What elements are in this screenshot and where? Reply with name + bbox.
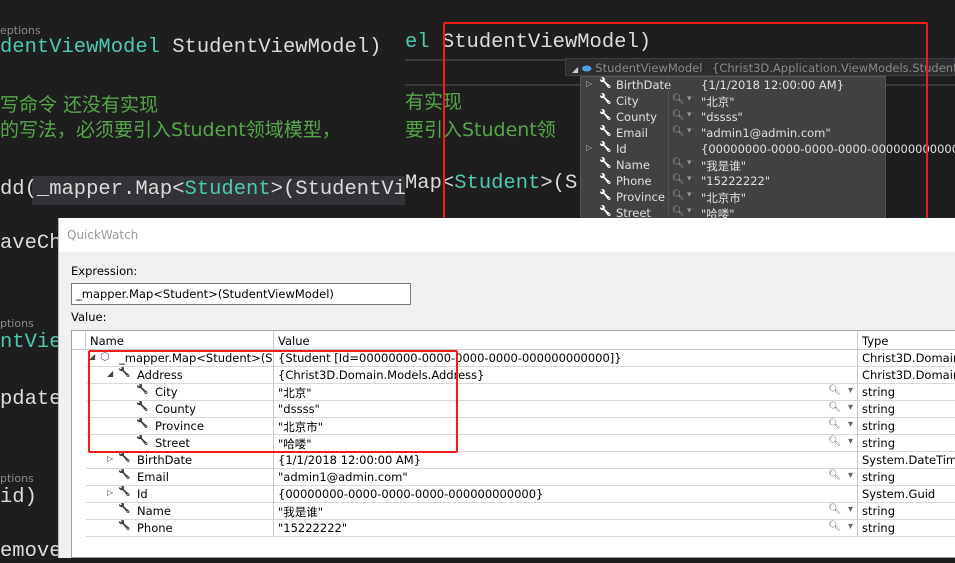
code-token: el bbox=[405, 31, 430, 54]
table-row[interactable]: ▷ 🔧 Id {00000000-0000-0000-0000-00000000000… bbox=[86, 486, 955, 503]
code-token: dentViewModel bbox=[0, 36, 160, 59]
dropdown-icon[interactable]: ▾ bbox=[848, 436, 853, 447]
row-value: "admin1@admin.com" bbox=[278, 470, 408, 484]
magnifier-icon[interactable]: 🔍︎ bbox=[828, 419, 841, 430]
expand-icon[interactable]: ▷ bbox=[107, 454, 113, 463]
code-token: _mapper.Map< bbox=[36, 178, 185, 201]
expression-label: Expression: bbox=[71, 264, 138, 278]
row-value: "我是谁" bbox=[278, 505, 324, 519]
code-line: emove bbox=[0, 540, 62, 563]
magnifier-icon[interactable]: 🔍︎ bbox=[828, 436, 841, 447]
column-header-type[interactable]: Type bbox=[858, 331, 955, 350]
code-comment: 的写法，必须要引入Student领域模型， bbox=[0, 119, 341, 141]
dropdown-icon[interactable]: ▾ bbox=[848, 385, 853, 396]
expand-icon[interactable]: ▷ bbox=[107, 488, 113, 497]
dropdown-icon[interactable]: ▾ bbox=[848, 504, 853, 515]
type-cell: Christ3D.Domain.M bbox=[862, 368, 955, 382]
name-cell: 🔧 Phone bbox=[86, 520, 274, 537]
value-label: Value: bbox=[71, 310, 107, 324]
dropdown-icon[interactable]: ▾ bbox=[848, 419, 853, 430]
type-cell: string bbox=[862, 521, 896, 535]
table-row[interactable]: 🔧 Phone "15222222" 🔍︎ ▾ string bbox=[86, 520, 955, 537]
value-cell: {1/1/2018 12:00:00 AM} bbox=[274, 452, 858, 469]
row-name: Name bbox=[137, 504, 171, 518]
name-cell: 🔧 Name bbox=[86, 503, 274, 520]
dropdown-icon[interactable]: ▾ bbox=[848, 470, 853, 481]
highlight-box bbox=[88, 350, 458, 453]
codelens-text[interactable]: ptions bbox=[0, 472, 34, 485]
row-name: Phone bbox=[137, 521, 173, 535]
type-cell: Christ3D.Domain.M bbox=[862, 351, 955, 365]
codelens-text[interactable]: ptions bbox=[0, 317, 34, 330]
value-cell: "15222222" 🔍︎ ▾ bbox=[274, 520, 858, 537]
column-header-name[interactable]: Name bbox=[86, 331, 274, 350]
code-line-add: dd(_mapper.Map<Student>(StudentVi bbox=[0, 178, 406, 201]
row-value: {1/1/2018 12:00:00 AM} bbox=[278, 453, 422, 467]
expression-input[interactable]: _mapper.Map<Student>(StudentViewModel) bbox=[71, 283, 411, 305]
table-row[interactable]: 🔧 Name "我是谁" 🔍︎ ▾ string bbox=[86, 503, 955, 520]
magnifier-icon[interactable]: 🔍︎ bbox=[828, 504, 841, 515]
value-cell: "admin1@admin.com" 🔍︎ ▾ bbox=[274, 469, 858, 486]
code-line: id) bbox=[0, 486, 37, 509]
code-line-signature: dentViewModel StudentViewModel) bbox=[0, 36, 381, 59]
type-cell: string bbox=[862, 385, 896, 399]
wrench-icon: 🔧 bbox=[118, 452, 131, 463]
code-line: pdate bbox=[0, 388, 62, 411]
table-row[interactable]: 🔧 Email "admin1@admin.com" 🔍︎ ▾ string bbox=[86, 469, 955, 486]
type-cell: string bbox=[862, 419, 896, 433]
row-name: Email bbox=[137, 470, 169, 484]
dropdown-icon[interactable]: ▾ bbox=[848, 521, 853, 532]
code-comment: 写命令 还没有实现 bbox=[0, 94, 159, 116]
row-value: {00000000-0000-0000-0000-000000000000} bbox=[278, 487, 544, 501]
type-cell: System.DateTime bbox=[862, 453, 955, 467]
row-value: "15222222" bbox=[278, 521, 348, 535]
name-cell: ▷ 🔧 BirthDate bbox=[86, 452, 274, 469]
column-header-value[interactable]: Value bbox=[274, 331, 858, 350]
magnifier-icon[interactable]: 🔍︎ bbox=[828, 470, 841, 481]
code-token: >( bbox=[270, 178, 296, 201]
wrench-icon: 🔧 bbox=[118, 503, 131, 514]
value-cell: {00000000-0000-0000-0000-000000000000} bbox=[274, 486, 858, 503]
magnifier-icon[interactable]: 🔍︎ bbox=[828, 385, 841, 396]
type-cell: string bbox=[862, 504, 896, 518]
dropdown-icon[interactable]: ▾ bbox=[848, 402, 853, 413]
table-row[interactable]: ▷ 🔧 BirthDate {1/1/2018 12:00:00 AM} System.… bbox=[86, 452, 955, 469]
type-cell: System.Guid bbox=[862, 487, 936, 501]
wrench-icon: 🔧 bbox=[118, 486, 131, 497]
highlight-box bbox=[443, 22, 928, 227]
type-cell: string bbox=[862, 470, 896, 484]
magnifier-icon[interactable]: 🔍︎ bbox=[828, 521, 841, 532]
grid-gutter bbox=[72, 331, 86, 350]
wrench-icon: 🔧 bbox=[118, 520, 131, 531]
type-cell: string bbox=[862, 436, 896, 450]
dialog-title: QuickWatch bbox=[59, 218, 955, 252]
row-name: BirthDate bbox=[137, 453, 193, 467]
name-cell: ▷ 🔧 Id bbox=[86, 486, 274, 503]
type-cell: string bbox=[862, 402, 896, 416]
row-name: Id bbox=[137, 487, 148, 501]
code-line: aveCh bbox=[0, 232, 62, 255]
code-token: StudentViewModel) bbox=[172, 36, 382, 59]
code-token: StudentVi bbox=[295, 178, 406, 201]
wrench-icon: 🔧 bbox=[118, 469, 131, 480]
code-token: Student bbox=[184, 178, 271, 201]
code-line: ntVie bbox=[0, 331, 62, 354]
code-token: dd( bbox=[0, 178, 37, 201]
name-cell: 🔧 Email bbox=[86, 469, 274, 486]
value-cell: "我是谁" 🔍︎ ▾ bbox=[274, 503, 858, 520]
magnifier-icon[interactable]: 🔍︎ bbox=[828, 402, 841, 413]
